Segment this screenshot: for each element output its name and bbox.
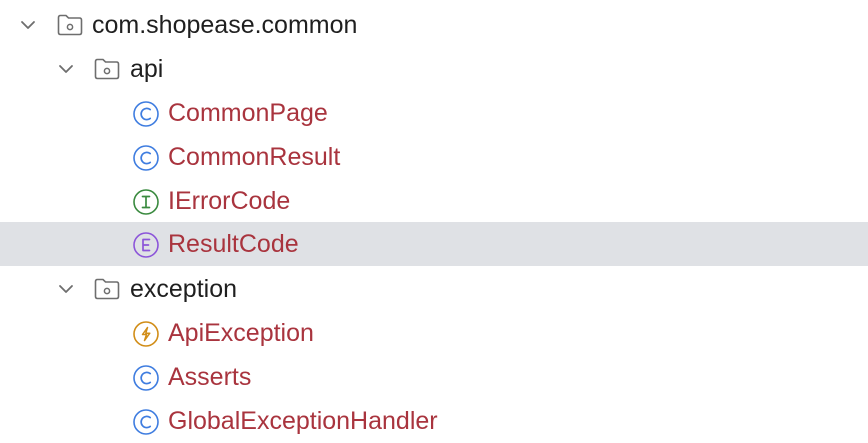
folder-package-icon	[56, 13, 84, 37]
class-icon	[132, 100, 160, 128]
tree-row-resultcode[interactable]: ResultCode	[0, 222, 868, 266]
exception-class-label: ApiException	[168, 319, 314, 347]
tree-row-apiexception[interactable]: ApiException	[0, 311, 868, 355]
enum-label: ResultCode	[168, 230, 299, 258]
exception-class-icon	[132, 320, 160, 348]
folder-package-icon	[93, 277, 121, 301]
tree-row-ierrorcode[interactable]: IErrorCode	[0, 179, 868, 223]
class-label: Asserts	[168, 363, 252, 391]
interface-icon	[132, 188, 160, 216]
tree-row-api-package[interactable]: api	[0, 47, 868, 91]
project-tree: com.shopease.common api CommonPage Commo…	[0, 0, 868, 440]
folder-package-icon	[93, 57, 121, 81]
tree-row-exception-package[interactable]: exception	[0, 267, 868, 311]
class-icon	[132, 408, 160, 436]
interface-label: IErrorCode	[168, 187, 291, 215]
tree-row-commonresult[interactable]: CommonResult	[0, 135, 868, 179]
tree-row-asserts[interactable]: Asserts	[0, 355, 868, 399]
class-icon	[132, 364, 160, 392]
chevron-down-icon[interactable]	[17, 14, 39, 36]
class-label: GlobalExceptionHandler	[168, 407, 438, 435]
tree-row-root-package[interactable]: com.shopease.common	[0, 3, 868, 47]
chevron-down-icon[interactable]	[55, 58, 77, 80]
package-label: com.shopease.common	[92, 11, 358, 39]
class-label: CommonResult	[168, 143, 341, 171]
enum-icon	[132, 231, 160, 259]
package-label: exception	[130, 275, 238, 303]
package-label: api	[130, 55, 164, 83]
tree-row-commonpage[interactable]: CommonPage	[0, 91, 868, 135]
chevron-down-icon[interactable]	[55, 278, 77, 300]
class-icon	[132, 144, 160, 172]
tree-row-globalexceptionhandler[interactable]: GlobalExceptionHandler	[0, 399, 868, 443]
class-label: CommonPage	[168, 99, 328, 127]
